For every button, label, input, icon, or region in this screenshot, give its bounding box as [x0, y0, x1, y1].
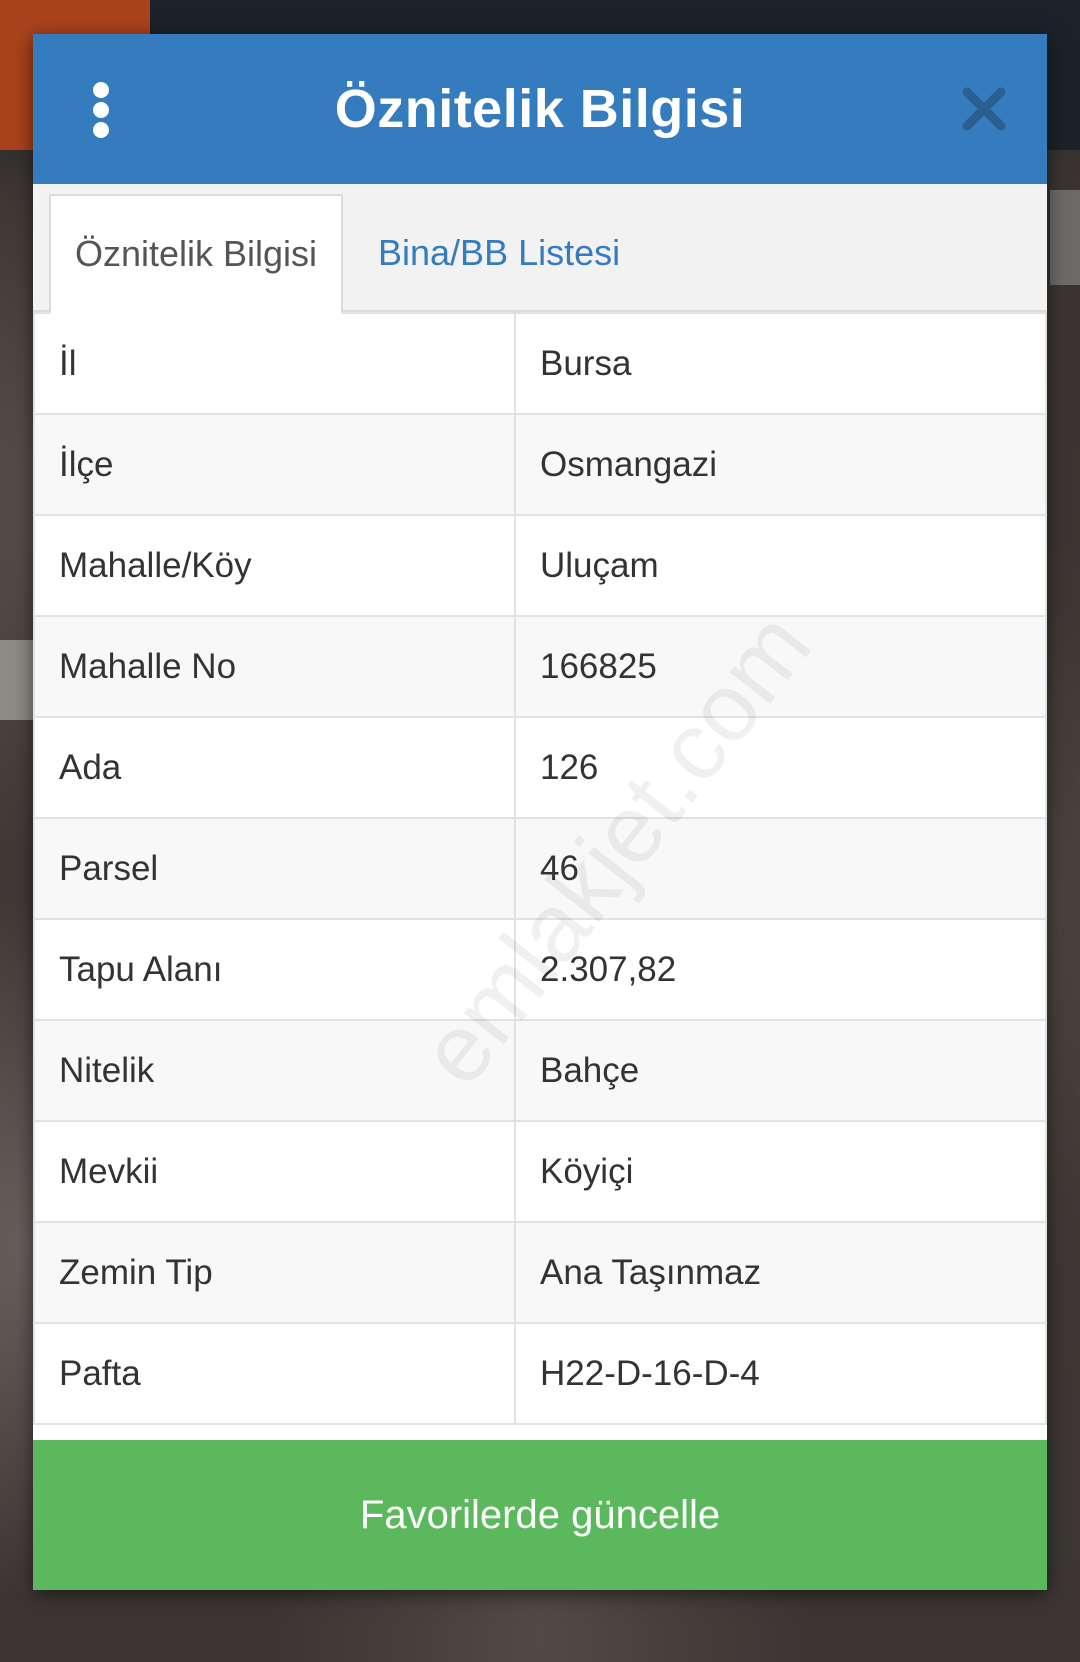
close-icon[interactable]	[959, 84, 1009, 134]
row-key: Mevkii	[33, 1120, 516, 1223]
row-key: Mahalle No	[33, 615, 516, 718]
update-favorites-button[interactable]: Favorilerde güncelle	[33, 1440, 1047, 1590]
row-value: H22-D-16-D-4	[514, 1322, 1047, 1425]
row-value: Köyiçi	[514, 1120, 1047, 1223]
row-key: Parsel	[33, 817, 516, 920]
attribute-info-dialog: Öznitelik Bilgisi Öznitelik Bilgisi Bina…	[33, 34, 1047, 1590]
attribute-table: İl Bursa İlçe Osmangazi Mahalle/Köy Uluç…	[33, 312, 1047, 1425]
map-side-panel-edge	[1050, 190, 1080, 285]
row-key: Mahalle/Köy	[33, 514, 516, 617]
row-key: İlçe	[33, 413, 516, 516]
table-row: Pafta H22-D-16-D-4	[33, 1322, 1047, 1425]
table-row: Mahalle/Köy Uluçam	[33, 514, 1047, 617]
row-key: Nitelik	[33, 1019, 516, 1122]
row-key: Ada	[33, 716, 516, 819]
dialog-title: Öznitelik Bilgisi	[334, 79, 746, 139]
table-row: Mahalle No 166825	[33, 615, 1047, 718]
row-value: Osmangazi	[514, 413, 1047, 516]
row-value: Uluçam	[514, 514, 1047, 617]
row-value: 2.307,82	[514, 918, 1047, 1021]
dialog-header: Öznitelik Bilgisi	[33, 34, 1047, 184]
row-value: 126	[514, 716, 1047, 819]
row-key: Tapu Alanı	[33, 918, 516, 1021]
row-key: Pafta	[33, 1322, 516, 1425]
table-row: Zemin Tip Ana Taşınmaz	[33, 1221, 1047, 1324]
row-value: 46	[514, 817, 1047, 920]
table-row: İlçe Osmangazi	[33, 413, 1047, 516]
table-row: Nitelik Bahçe	[33, 1019, 1047, 1122]
table-row: Ada 126	[33, 716, 1047, 819]
more-vertical-icon[interactable]	[81, 82, 121, 138]
table-row: İl Bursa	[33, 312, 1047, 415]
row-value: Bahçe	[514, 1019, 1047, 1122]
row-value: 166825	[514, 615, 1047, 718]
tab-building-list[interactable]: Bina/BB Listesi	[378, 194, 620, 312]
table-row: Parsel 46	[33, 817, 1047, 920]
row-key: İl	[33, 312, 516, 415]
tab-attribute-info[interactable]: Öznitelik Bilgisi	[49, 194, 343, 314]
row-value: Ana Taşınmaz	[514, 1221, 1047, 1324]
table-row: Tapu Alanı 2.307,82	[33, 918, 1047, 1021]
row-key: Zemin Tip	[33, 1221, 516, 1324]
row-value: Bursa	[514, 312, 1047, 415]
tab-bar: Öznitelik Bilgisi Bina/BB Listesi	[33, 184, 1047, 314]
table-row: Mevkii Köyiçi	[33, 1120, 1047, 1223]
